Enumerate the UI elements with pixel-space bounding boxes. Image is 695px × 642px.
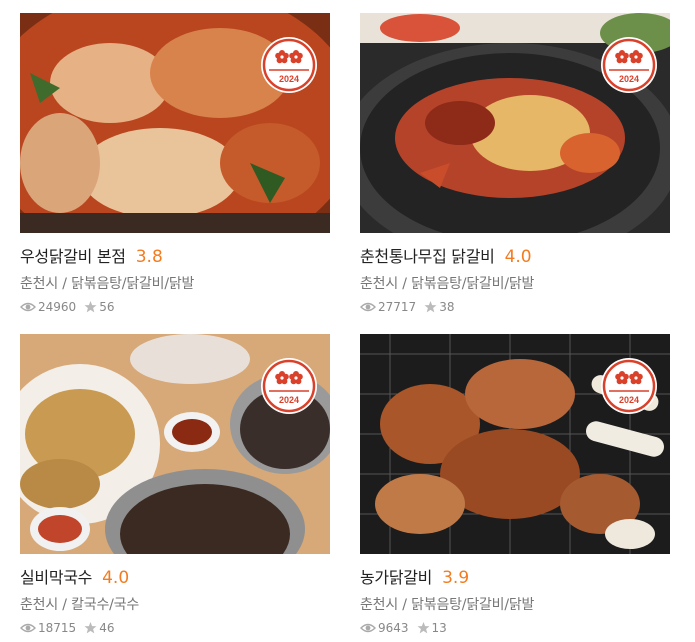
restaurant-region: 춘천시 <box>20 597 59 613</box>
restaurant-region: 춘천시 <box>360 597 399 613</box>
view-count: 18715 <box>38 621 77 635</box>
restaurant-stats: 18715 46 <box>20 620 330 636</box>
restaurant-stats: 24960 56 <box>20 299 330 315</box>
award-badge-icon: 2024 <box>260 357 318 415</box>
star-count: 38 <box>439 300 455 314</box>
award-badge-icon: 2024 <box>260 36 318 94</box>
restaurant-stats: 27717 38 <box>360 299 670 315</box>
restaurant-region: 춘천시 <box>360 276 399 292</box>
restaurant-rating: 4.0 <box>504 247 532 267</box>
restaurant-meta: 춘천시 / 닭볶음탕/닭갈비/닭발 <box>20 276 195 292</box>
restaurant-card[interactable]: 2024 농가닭갈비 3.9 춘천시 / 닭볶음탕/닭갈비/닭발 9643 13 <box>360 334 670 636</box>
eye-icon <box>360 302 376 312</box>
restaurant-name[interactable]: 농가닭갈비 <box>360 564 432 588</box>
star-icon <box>417 622 430 634</box>
award-badge-icon: 2024 <box>600 36 658 94</box>
svg-text:2024: 2024 <box>619 395 639 405</box>
restaurant-category: 칼국수/국수 <box>71 597 139 613</box>
restaurant-photo[interactable]: 2024 <box>360 334 670 554</box>
eye-icon <box>20 302 36 312</box>
restaurant-photo[interactable]: 2024 <box>20 13 330 233</box>
restaurant-card[interactable]: 2024 실비막국수 4.0 춘천시 / 칼국수/국수 18715 46 <box>20 334 330 636</box>
restaurant-card[interactable]: 2024 우성닭갈비 본점 3.8 춘천시 / 닭볶음탕/닭갈비/닭발 2496… <box>20 13 330 315</box>
restaurant-rating: 4.0 <box>102 568 130 588</box>
award-badge-icon: 2024 <box>600 357 658 415</box>
eye-icon <box>20 623 36 633</box>
eye-icon <box>360 623 376 633</box>
restaurant-name[interactable]: 실비막국수 <box>20 564 92 588</box>
restaurant-photo[interactable]: 2024 <box>20 334 330 554</box>
restaurant-meta: 춘천시 / 칼국수/국수 <box>20 597 139 613</box>
restaurant-stats: 9643 13 <box>360 620 670 636</box>
restaurant-name[interactable]: 춘천통나무집 닭갈비 <box>360 243 495 267</box>
star-icon <box>424 301 437 313</box>
restaurant-meta: 춘천시 / 닭볶음탕/닭갈비/닭발 <box>360 276 535 292</box>
restaurant-category: 닭볶음탕/닭갈비/닭발 <box>411 276 535 292</box>
restaurant-rating: 3.8 <box>135 247 163 267</box>
star-count: 13 <box>431 621 447 635</box>
restaurant-rating: 3.9 <box>442 568 470 588</box>
restaurant-category: 닭볶음탕/닭갈비/닭발 <box>411 597 535 613</box>
star-count: 46 <box>99 621 115 635</box>
view-count: 9643 <box>378 621 409 635</box>
svg-text:2024: 2024 <box>279 74 299 84</box>
star-icon <box>84 622 97 634</box>
svg-text:2024: 2024 <box>279 395 299 405</box>
restaurant-card[interactable]: 2024 춘천통나무집 닭갈비 4.0 춘천시 / 닭볶음탕/닭갈비/닭발 27… <box>360 13 670 315</box>
restaurant-meta: 춘천시 / 닭볶음탕/닭갈비/닭발 <box>360 597 535 613</box>
restaurant-photo[interactable]: 2024 <box>360 13 670 233</box>
svg-text:2024: 2024 <box>619 74 639 84</box>
view-count: 27717 <box>378 300 417 314</box>
star-count: 56 <box>99 300 115 314</box>
restaurant-category: 닭볶음탕/닭갈비/닭발 <box>71 276 195 292</box>
restaurant-region: 춘천시 <box>20 276 59 292</box>
restaurant-name[interactable]: 우성닭갈비 본점 <box>20 243 126 267</box>
star-icon <box>84 301 97 313</box>
view-count: 24960 <box>38 300 77 314</box>
